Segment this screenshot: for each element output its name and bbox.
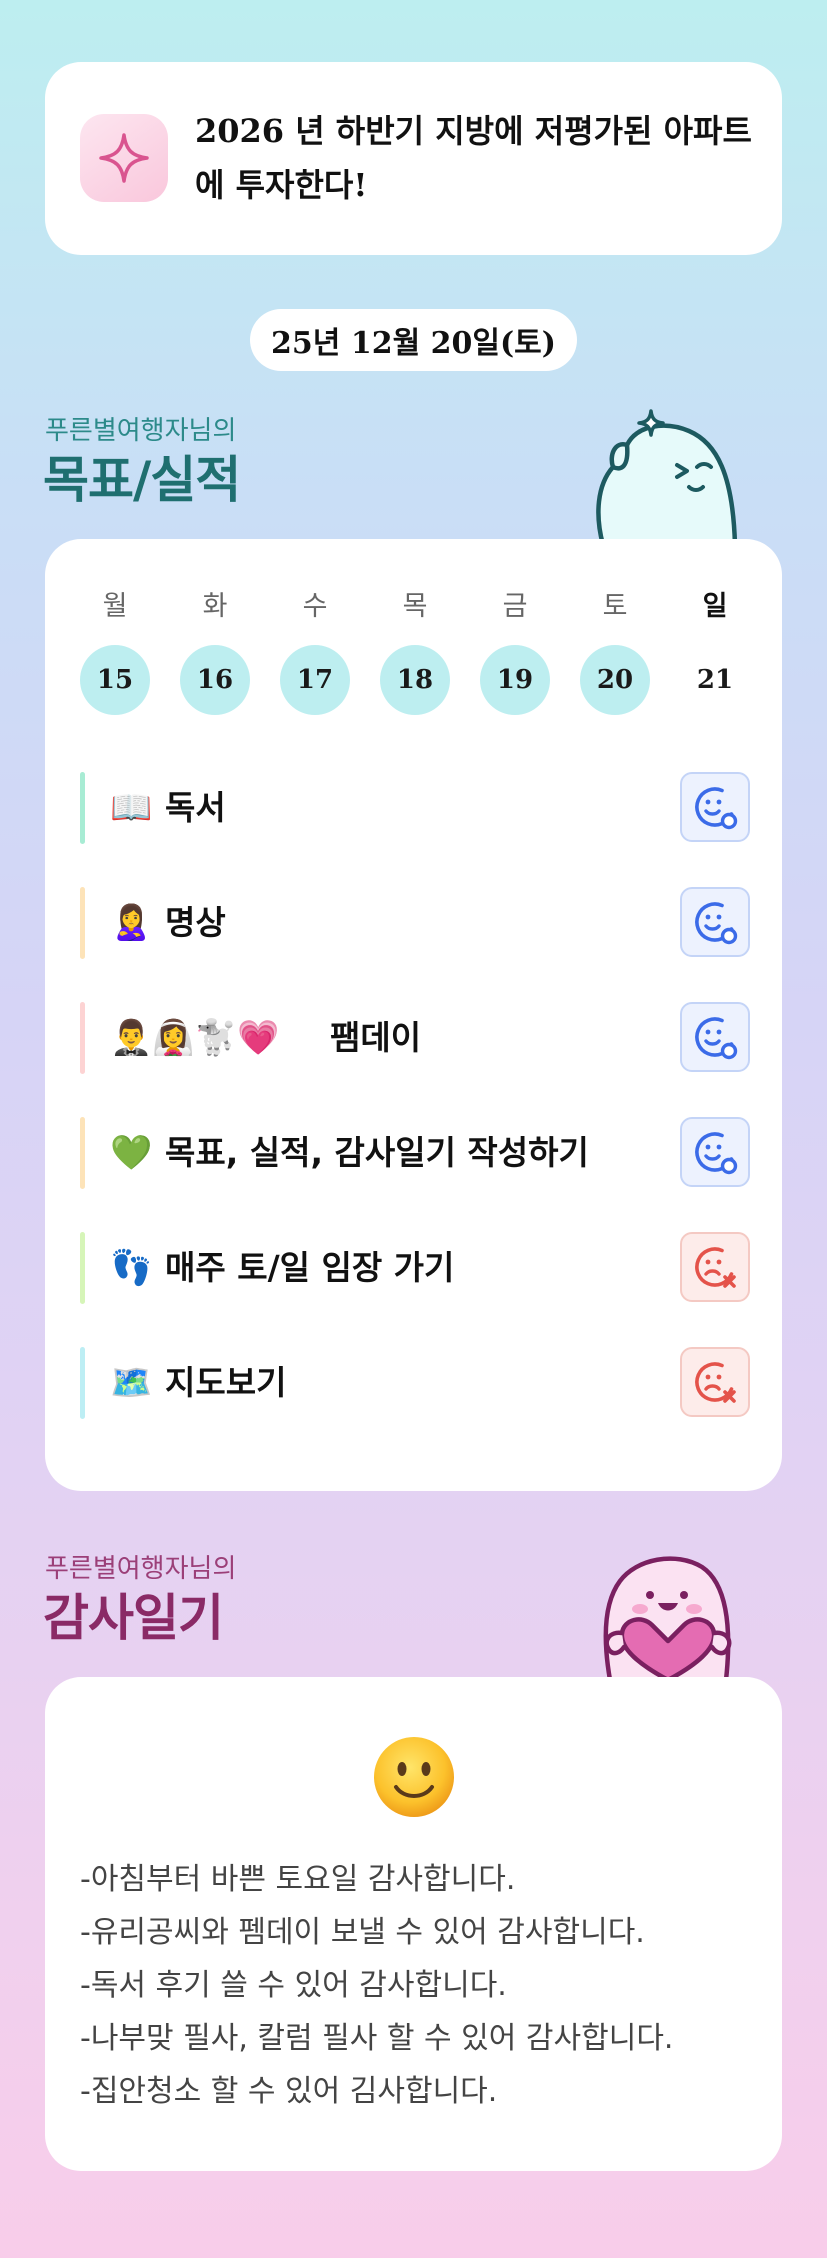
day-label: 목: [402, 591, 428, 622]
family-emoji-icon: 🤵‍♂️👰‍♀️🐩💗: [110, 1018, 280, 1058]
task-status-done-button[interactable]: [680, 1002, 750, 1072]
weekly-goals-card: 월 15 화 16 수 17 목 18 금 19 토 20 일 21 📖 독서 …: [45, 539, 782, 1491]
sad-x-icon: [695, 1362, 736, 1403]
task-name: 독서: [165, 788, 226, 827]
task-row: 📖 독서: [80, 772, 750, 844]
task-row: 💚 목표, 실적, 감사일기 작성하기: [80, 1117, 750, 1189]
map-emoji-icon: 🗺️: [110, 1363, 153, 1403]
footprints-emoji-icon: 👣: [110, 1248, 153, 1288]
day-label: 금: [502, 591, 528, 622]
task-color-bar: [80, 1347, 85, 1419]
goal-banner: 2026 년 하반기 지방에 저평가된 아파트 에 투자한다!: [45, 62, 782, 255]
goal-line-2: 에 투자한다!: [195, 166, 368, 204]
smile-check-icon: [695, 902, 738, 945]
task-name: 명상: [165, 903, 226, 942]
sad-x-icon: [695, 1247, 736, 1288]
smile-check-icon: [695, 1017, 738, 1060]
day-monday[interactable]: 월 15: [80, 587, 150, 715]
gratitude-list: -아침부터 바쁜 토요일 감사합니다. -유리공씨와 펨데이 보낼 수 있어 감…: [80, 1853, 760, 2118]
task-color-bar: [80, 887, 85, 959]
task-color-bar: [80, 1232, 85, 1304]
goal-line-1: 2026 년 하반기 지방에 저평가된 아파트: [195, 112, 752, 150]
gratitude-line: -집안청소 할 수 있어 김사합니다.: [80, 2074, 498, 2109]
task-status-missed-button[interactable]: [680, 1232, 750, 1302]
task-row: 🗺️ 지도보기: [80, 1347, 750, 1419]
task-status-missed-button[interactable]: [680, 1347, 750, 1417]
task-status-done-button[interactable]: [680, 887, 750, 957]
task-row: 👣 매주 토/일 임장 가기: [80, 1232, 750, 1304]
day-friday[interactable]: 금 19: [480, 587, 550, 715]
day-number: 17: [280, 645, 350, 715]
book-emoji-icon: 📖: [110, 788, 153, 828]
task-name: 매주 토/일 임장 가기: [165, 1248, 455, 1287]
date-pill: 25년 12월 20일(토): [250, 309, 577, 371]
goals-title: 목표/실적: [43, 451, 241, 509]
day-label: 수: [302, 591, 328, 622]
task-color-bar: [80, 1117, 85, 1189]
task-color-bar: [80, 1002, 85, 1074]
task-name: 팸데이: [330, 1018, 422, 1057]
person-emoji-icon: 🙎‍♀️: [110, 903, 153, 943]
day-number: 20: [580, 645, 650, 715]
green-heart-emoji-icon: 💚: [110, 1133, 153, 1173]
heart-ghost-character-illustration: [603, 1556, 732, 1680]
day-saturday[interactable]: 토 20: [580, 587, 650, 715]
task-status-done-button[interactable]: [680, 1117, 750, 1187]
day-tuesday[interactable]: 화 16: [180, 587, 250, 715]
day-number: 21: [696, 665, 734, 695]
gratitude-title: 감사일기: [43, 1589, 224, 1647]
gratitude-line: -독서 후기 쓸 수 있어 감사합니다.: [80, 1968, 507, 2003]
week-calendar: 월 15 화 16 수 17 목 18 금 19 토 20 일 21: [80, 587, 750, 715]
day-label: 토: [602, 591, 628, 622]
day-number: 19: [480, 645, 550, 715]
smiley-face-icon[interactable]: [372, 1735, 456, 1819]
day-wednesday[interactable]: 수 17: [280, 587, 350, 715]
day-thursday[interactable]: 목 18: [380, 587, 450, 715]
smile-check-icon: [695, 1132, 738, 1175]
day-label: 일: [702, 591, 728, 622]
day-sunday[interactable]: 일 21: [680, 587, 750, 715]
day-number: 16: [180, 645, 250, 715]
task-color-bar: [80, 772, 85, 844]
task-name: 지도보기: [165, 1363, 287, 1402]
day-label: 화: [202, 591, 228, 622]
smile-check-icon: [695, 787, 738, 830]
task-row: 🤵‍♂️👰‍♀️🐩💗 팸데이: [80, 1002, 750, 1074]
gratitude-line: -유리공씨와 펨데이 보낼 수 있어 감사합니다.: [80, 1915, 645, 1950]
ghost-character-illustration: [596, 409, 738, 545]
task-status-done-button[interactable]: [680, 772, 750, 842]
goal-text: 2026 년 하반기 지방에 저평가된 아파트 에 투자한다!: [195, 104, 755, 212]
gratitude-card: -아침부터 바쁜 토요일 감사합니다. -유리공씨와 펨데이 보낼 수 있어 감…: [45, 1677, 782, 2171]
day-label: 월: [102, 591, 128, 622]
day-number: 15: [80, 645, 150, 715]
task-row: 🙎‍♀️ 명상: [80, 887, 750, 959]
task-name: 목표, 실적, 감사일기 작성하기: [165, 1133, 589, 1172]
day-number: 18: [380, 645, 450, 715]
gratitude-line: -아침부터 바쁜 토요일 감사합니다.: [80, 1862, 516, 1897]
gratitude-line: -나부맞 필사, 칼럼 필사 할 수 있어 감사합니다.: [80, 2021, 674, 2056]
sparkle-icon: [80, 114, 168, 202]
